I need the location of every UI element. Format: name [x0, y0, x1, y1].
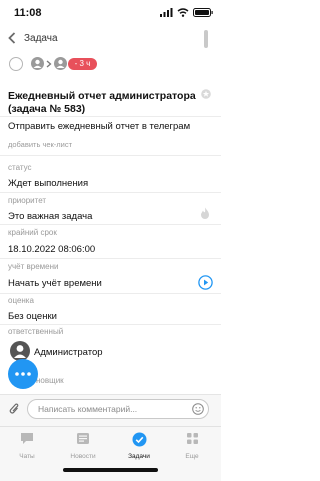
tab-label: Еще: [185, 453, 199, 460]
task-title: Ежедневный отчет администратора (задача …: [8, 90, 196, 115]
tab-tasks[interactable]: Задачи: [117, 432, 161, 460]
creator-label: новщик: [36, 376, 64, 385]
time-tracking-label: учёт времени: [8, 262, 59, 271]
creator-avatar[interactable]: [54, 57, 67, 70]
divider: [0, 258, 221, 259]
status-value[interactable]: Ждет выполнения: [8, 178, 88, 189]
task-description: Отправить ежедневный отчет в телеграм: [8, 121, 191, 132]
user-icon: [56, 59, 65, 68]
chat-icon: [21, 433, 33, 444]
divider: [0, 293, 221, 294]
divider: [0, 324, 221, 325]
paperclip-icon[interactable]: [9, 402, 20, 416]
responsible-value[interactable]: Администратор: [34, 347, 103, 358]
comment-placeholder: Написать комментарий...: [38, 404, 138, 414]
signal-icon: [160, 8, 173, 17]
complete-checkbox[interactable]: [9, 57, 23, 71]
arrow-right-icon: [46, 60, 52, 68]
tab-more[interactable]: Еще: [170, 432, 214, 460]
status-time: 11:08: [14, 7, 42, 19]
check-circle-icon: [132, 432, 146, 447]
add-checklist-link[interactable]: добавить чек-лист: [8, 140, 72, 149]
emoji-icon[interactable]: [192, 403, 204, 415]
more-grid-icon: [186, 433, 198, 444]
assignee-avatar[interactable]: [31, 57, 44, 70]
wifi-icon: [177, 8, 189, 17]
deadline-label: крайний срок: [8, 228, 57, 237]
priority-value[interactable]: Это важная задача: [8, 211, 92, 222]
divider: [0, 224, 221, 225]
time-tracking-value[interactable]: Начать учёт времени: [8, 278, 102, 289]
divider: [0, 116, 221, 117]
priority-label: приоритет: [8, 196, 47, 205]
rating-label: оценка: [8, 296, 34, 305]
flame-icon[interactable]: [200, 207, 210, 220]
divider: [0, 155, 221, 156]
rating-value[interactable]: Без оценки: [8, 311, 57, 322]
ellipsis-icon: [15, 372, 31, 376]
nav-title[interactable]: Задача: [24, 33, 58, 44]
responsible-avatar[interactable]: [10, 341, 30, 361]
battery-icon: [193, 8, 213, 17]
tab-label: Задачи: [128, 453, 150, 460]
deadline-value[interactable]: 18.10.2022 08:06:00: [8, 244, 95, 255]
star-icon[interactable]: [201, 89, 211, 99]
back-button[interactable]: [8, 32, 16, 46]
user-icon: [33, 59, 42, 68]
divider: [0, 192, 221, 193]
news-icon: [77, 433, 89, 444]
overdue-badge: - 3 ч: [68, 58, 97, 70]
more-actions-button[interactable]: [8, 359, 38, 389]
tab-chats[interactable]: Чаты: [5, 432, 49, 460]
status-label: статус: [8, 163, 32, 172]
tab-label: Чаты: [19, 453, 35, 460]
play-icon[interactable]: [198, 275, 213, 290]
tab-label: Новости: [70, 453, 96, 460]
tab-news[interactable]: Новости: [61, 432, 105, 460]
scroll-indicator: [204, 30, 208, 48]
user-icon: [14, 345, 26, 358]
status-icons: [160, 8, 213, 17]
comment-input[interactable]: Написать комментарий...: [27, 399, 209, 419]
chevron-left-icon: [8, 32, 16, 44]
home-indicator: [63, 468, 158, 472]
responsible-label: ответственный: [8, 327, 64, 336]
